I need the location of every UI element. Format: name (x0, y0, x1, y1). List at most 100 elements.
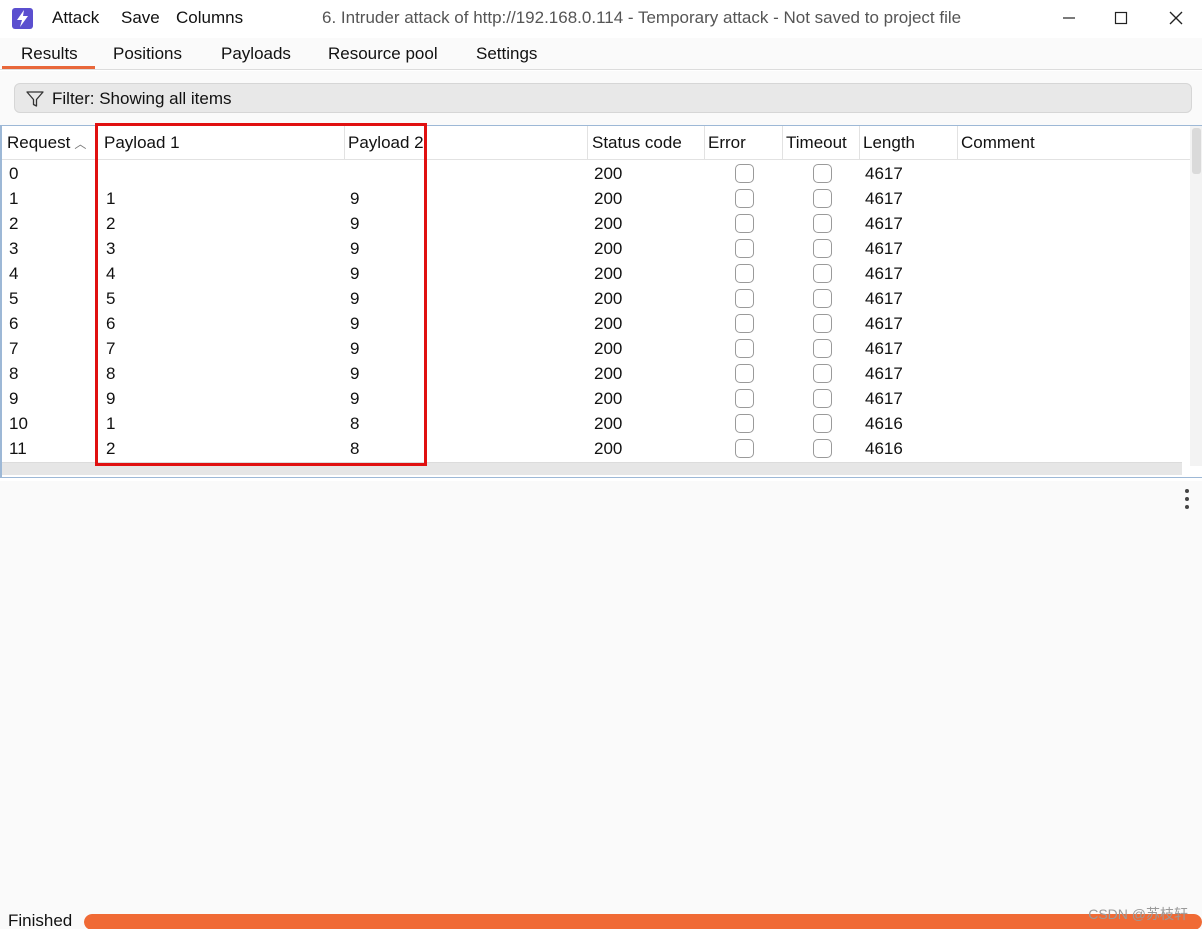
timeout-checkbox (813, 389, 832, 408)
table-row[interactable]: 0 200 4617 (2, 161, 1192, 186)
cell-length: 4616 (865, 414, 903, 433)
error-checkbox (735, 389, 754, 408)
cell-status-code: 200 (594, 414, 623, 433)
cell-request: 3 (9, 239, 19, 258)
table-row[interactable]: 6 6 9 200 4617 (2, 311, 1192, 336)
timeout-checkbox (813, 239, 832, 258)
column-header-timeout[interactable]: Timeout (781, 126, 860, 160)
timeout-checkbox (813, 264, 832, 283)
title-bar: Attack Save Columns 6. Intruder attack o… (0, 0, 1202, 36)
horizontal-scrollbar[interactable] (2, 462, 1182, 475)
error-checkbox (735, 239, 754, 258)
cell-length: 4617 (865, 164, 903, 183)
cell-length: 4617 (865, 289, 903, 308)
cell-request: 4 (9, 264, 19, 283)
cell-payload2: 8 (350, 439, 360, 458)
timeout-checkbox (813, 189, 832, 208)
cell-status-code: 200 (594, 214, 623, 233)
minimize-button[interactable] (1046, 4, 1092, 32)
cell-length: 4617 (865, 314, 903, 333)
cell-status-code: 200 (594, 364, 623, 383)
cell-payload1: 2 (106, 214, 116, 233)
cell-request: 1 (9, 189, 19, 208)
cell-payload2: 8 (350, 414, 360, 433)
cell-payload1: 7 (106, 339, 116, 358)
results-table: Request ︿ Payload 1 Payload 2 Status code… (0, 125, 1202, 477)
column-header-request[interactable]: Request ︿ (2, 126, 97, 160)
filter-icon (26, 91, 44, 107)
column-header-status-code[interactable]: Status code (587, 126, 705, 160)
table-row[interactable]: 1 1 9 200 4617 (2, 186, 1192, 211)
menu-columns[interactable]: Columns (176, 8, 243, 28)
tab-results[interactable]: Results (21, 44, 78, 64)
cell-request: 11 (9, 439, 27, 458)
vertical-scroll-thumb[interactable] (1192, 128, 1201, 174)
cell-status-code: 200 (594, 439, 623, 458)
table-row[interactable]: 10 1 8 200 4616 (2, 411, 1192, 436)
cell-status-code: 200 (594, 189, 623, 208)
filter-bar[interactable]: Filter: Showing all items (14, 83, 1192, 113)
error-checkbox (735, 364, 754, 383)
cell-status-code: 200 (594, 164, 623, 183)
tab-settings[interactable]: Settings (476, 44, 537, 64)
error-checkbox (735, 439, 754, 458)
cell-payload2: 9 (350, 189, 360, 208)
vertical-scrollbar[interactable] (1190, 126, 1202, 466)
table-row[interactable]: 5 5 9 200 4617 (2, 286, 1192, 311)
burp-lightning-icon (12, 8, 33, 29)
cell-request: 9 (9, 389, 19, 408)
tab-positions[interactable]: Positions (113, 44, 182, 64)
cell-payload2: 9 (350, 264, 360, 283)
cell-payload2: 9 (350, 364, 360, 383)
table-row[interactable]: 3 3 9 200 4617 (2, 236, 1192, 261)
error-checkbox (735, 289, 754, 308)
filter-area: Filter: Showing all items (0, 71, 1202, 125)
error-checkbox (735, 264, 754, 283)
error-checkbox (735, 414, 754, 433)
cell-length: 4617 (865, 389, 903, 408)
timeout-checkbox (813, 289, 832, 308)
column-header-error[interactable]: Error (703, 126, 783, 160)
error-checkbox (735, 314, 754, 333)
status-bar: Finished (0, 909, 1202, 929)
watermark: CSDN @苏枝轩 (1088, 906, 1188, 922)
error-checkbox (735, 214, 754, 233)
close-icon (1169, 11, 1183, 25)
request-detail-pane (0, 481, 1202, 909)
tab-payloads[interactable]: Payloads (221, 44, 291, 64)
tab-resource-pool[interactable]: Resource pool (328, 44, 438, 64)
cell-length: 4617 (865, 339, 903, 358)
cell-payload2: 9 (350, 214, 360, 233)
menu-save[interactable]: Save (121, 8, 160, 28)
close-button[interactable] (1153, 4, 1199, 32)
cell-length: 4616 (865, 439, 903, 458)
column-header-comment[interactable]: Comment (956, 126, 1192, 160)
cell-payload1: 1 (106, 414, 116, 433)
table-row[interactable]: 2 2 9 200 4617 (2, 211, 1192, 236)
table-row[interactable]: 11 2 8 200 4616 (2, 436, 1192, 461)
filter-label: Filter: Showing all items (52, 89, 232, 108)
timeout-checkbox (813, 214, 832, 233)
menu-attack[interactable]: Attack (52, 8, 99, 28)
timeout-checkbox (813, 364, 832, 383)
cell-length: 4617 (865, 239, 903, 258)
error-checkbox (735, 189, 754, 208)
column-header-length[interactable]: Length (858, 126, 958, 160)
cell-payload1: 5 (106, 289, 116, 308)
table-row[interactable]: 9 9 9 200 4617 (2, 386, 1192, 411)
cell-payload2: 9 (350, 289, 360, 308)
cell-request: 5 (9, 289, 19, 308)
cell-payload1: 9 (106, 389, 116, 408)
table-row[interactable]: 7 7 9 200 4617 (2, 336, 1192, 361)
timeout-checkbox (813, 339, 832, 358)
cell-payload1: 1 (106, 189, 116, 208)
cell-payload1: 6 (106, 314, 116, 333)
more-options-icon[interactable] (1184, 489, 1190, 509)
cell-request: 8 (9, 364, 19, 383)
cell-length: 4617 (865, 189, 903, 208)
table-row[interactable]: 8 8 9 200 4617 (2, 361, 1192, 386)
table-row[interactable]: 4 4 9 200 4617 (2, 261, 1192, 286)
maximize-button[interactable] (1098, 4, 1144, 32)
column-header-payload1[interactable]: Payload 1 (99, 126, 345, 160)
column-header-payload2[interactable]: Payload 2 (343, 126, 588, 160)
